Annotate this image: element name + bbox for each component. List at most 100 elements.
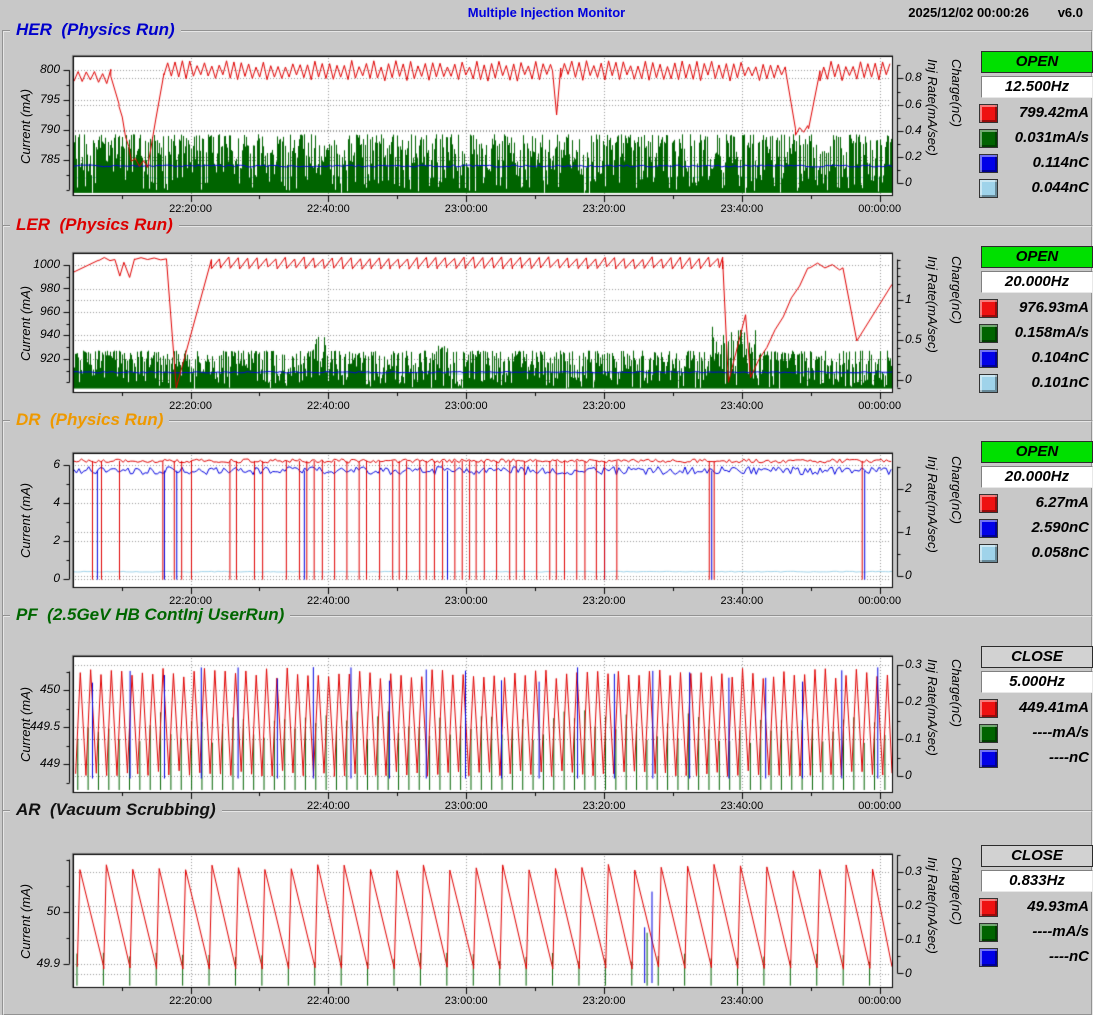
reading-row: ----mA/s xyxy=(979,724,1091,744)
panel-pf: PF (2.5GeV HB ContInj UserRun) Current (… xyxy=(2,615,1093,812)
tick-label: 23:20:00 xyxy=(570,595,638,607)
tick-label: 00:00:00 xyxy=(846,995,914,1007)
pf-trend-chart xyxy=(52,648,924,805)
beam-gate-status-button[interactable]: CLOSE xyxy=(981,646,1093,668)
tick-label: 0 xyxy=(905,966,953,980)
tick-label: 449 xyxy=(4,756,60,770)
tick-label: 22:40:00 xyxy=(294,203,362,215)
reading-value: ----nC xyxy=(989,749,1089,766)
reading-row: ----nC xyxy=(979,749,1091,769)
reading-value: 0.031mA/s xyxy=(989,129,1089,146)
injection-frequency-display: 20.000Hz xyxy=(981,271,1093,293)
reading-value: 0.158mA/s xyxy=(989,324,1089,341)
tick-label: 449.5 xyxy=(4,719,60,733)
panel-her: HER (Physics Run) Current (mA) Charge(nC… xyxy=(2,30,1093,227)
tick-label: 0 xyxy=(905,768,953,782)
reading-value: 0.101nC xyxy=(989,374,1089,391)
tick-label: 23:20:00 xyxy=(570,995,638,1007)
tick-label: 0.2 xyxy=(905,694,953,708)
tick-label: 0.2 xyxy=(905,149,953,163)
tick-label: 0.5 xyxy=(905,332,953,346)
beam-gate-status-button[interactable]: OPEN xyxy=(981,246,1093,268)
reading-row: 49.93mA xyxy=(979,898,1091,918)
tick-label: 2 xyxy=(4,533,60,547)
tick-label: 0 xyxy=(905,568,953,582)
tick-label: 940 xyxy=(4,327,60,341)
tick-label: 0.3 xyxy=(905,864,953,878)
reading-row: 449.41mA xyxy=(979,699,1091,719)
tick-label: 790 xyxy=(4,122,60,136)
reading-row: 0.058nC xyxy=(979,544,1091,564)
beam-gate-status-button[interactable]: OPEN xyxy=(981,51,1093,73)
tick-label: 23:40:00 xyxy=(708,595,776,607)
tick-label: 980 xyxy=(4,281,60,295)
reading-row: 2.590nC xyxy=(979,519,1091,539)
tick-label: 0 xyxy=(4,571,60,585)
tick-label: 22:20:00 xyxy=(157,203,225,215)
reading-value: ----mA/s xyxy=(989,923,1089,940)
reading-value: 449.41mA xyxy=(989,699,1089,716)
tick-label: 23:00:00 xyxy=(432,995,500,1007)
ar-trend-chart xyxy=(52,846,924,1000)
tick-label: 23:00:00 xyxy=(432,595,500,607)
tick-label: 00:00:00 xyxy=(846,595,914,607)
tick-label: 0 xyxy=(905,175,953,189)
reading-row: 0.104nC xyxy=(979,349,1091,369)
tick-label: 0.1 xyxy=(905,932,953,946)
tick-label: 22:20:00 xyxy=(157,995,225,1007)
reading-value: 0.114nC xyxy=(989,154,1089,171)
panel-dr: DR (Physics Run) Current (mA) Charge(nC)… xyxy=(2,420,1093,617)
tick-label: 795 xyxy=(4,92,60,106)
tick-label: 960 xyxy=(4,304,60,318)
reading-value: 0.044nC xyxy=(989,179,1089,196)
tick-label: 22:40:00 xyxy=(294,400,362,412)
panel-ler: LER (Physics Run) Current (mA) Charge(nC… xyxy=(2,225,1093,422)
tick-label: 1000 xyxy=(4,257,60,271)
tick-label: 6 xyxy=(4,457,60,471)
reading-value: 49.93mA xyxy=(989,898,1089,915)
tick-label: 23:00:00 xyxy=(432,400,500,412)
tick-label: 1 xyxy=(905,292,953,306)
tick-label: 23:20:00 xyxy=(570,400,638,412)
reading-value: 0.104nC xyxy=(989,349,1089,366)
panel-title: DR (Physics Run) xyxy=(10,410,169,430)
reading-row: 0.101nC xyxy=(979,374,1091,394)
reading-row: 0.114nC xyxy=(979,154,1091,174)
reading-value: 6.27mA xyxy=(989,494,1089,511)
injection-frequency-display: 5.000Hz xyxy=(981,671,1093,693)
tick-label: 00:00:00 xyxy=(846,203,914,215)
panel-ar: AR (Vacuum Scrubbing) Current (mA) Charg… xyxy=(2,810,1093,1015)
beam-gate-status-button[interactable]: CLOSE xyxy=(981,845,1093,867)
beam-gate-status-button[interactable]: OPEN xyxy=(981,441,1093,463)
tick-label: 0.1 xyxy=(905,731,953,745)
tick-label: 23:40:00 xyxy=(708,203,776,215)
tick-label: 450 xyxy=(4,682,60,696)
injection-frequency-display: 12.500Hz xyxy=(981,76,1093,98)
panel-title: LER (Physics Run) xyxy=(10,215,179,235)
reading-row: ----nC xyxy=(979,948,1091,968)
reading-value: 2.590nC xyxy=(989,519,1089,536)
injection-frequency-display: 20.000Hz xyxy=(981,466,1093,488)
reading-value: ----nC xyxy=(989,948,1089,965)
y-axis-label: Current (mA) xyxy=(18,454,38,587)
reading-value: 976.93mA xyxy=(989,299,1089,316)
reading-row: 0.158mA/s xyxy=(979,324,1091,344)
tick-label: 0.3 xyxy=(905,657,953,671)
datetime-label: 2025/12/02 00:00:26 xyxy=(908,5,1029,20)
reading-row: 976.93mA xyxy=(979,299,1091,319)
dr-trend-chart xyxy=(52,445,924,600)
y-axis-label: Current (mA) xyxy=(18,254,38,392)
tick-label: 0 xyxy=(905,372,953,386)
panel-title: PF (2.5GeV HB ContInj UserRun) xyxy=(10,605,290,625)
tick-label: 0.2 xyxy=(905,898,953,912)
tick-label: 0.8 xyxy=(905,70,953,84)
tick-label: 22:40:00 xyxy=(294,995,362,1007)
tick-label: 23:20:00 xyxy=(570,203,638,215)
panel-title: HER (Physics Run) xyxy=(10,20,181,40)
reading-value: 0.058nC xyxy=(989,544,1089,561)
version-label: v6.0 xyxy=(1058,5,1083,20)
tick-label: 22:40:00 xyxy=(294,595,362,607)
tick-label: 00:00:00 xyxy=(846,400,914,412)
tick-label: 4 xyxy=(4,495,60,509)
multiple-injection-monitor-app: Multiple Injection Monitor 2025/12/02 00… xyxy=(0,0,1093,1015)
